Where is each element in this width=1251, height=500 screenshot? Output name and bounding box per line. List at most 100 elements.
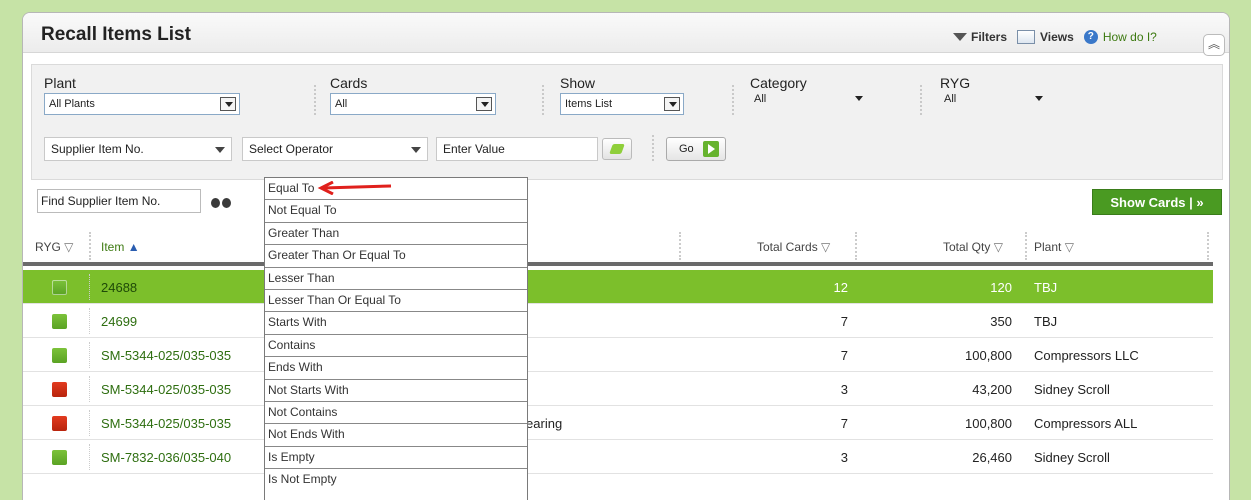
item-link[interactable]: 24699 xyxy=(101,314,137,329)
column-divider xyxy=(89,274,90,300)
header-tools: Filters Views ? How do I? xyxy=(953,30,1157,44)
recall-items-panel: Recall Items List Filters Views ? How do… xyxy=(22,12,1230,500)
status-square-icon xyxy=(52,416,67,431)
clear-button[interactable] xyxy=(602,138,632,160)
column-divider xyxy=(89,376,90,402)
filter-divider xyxy=(542,85,544,115)
plant-label: Plant xyxy=(44,75,76,91)
binoculars-icon[interactable] xyxy=(211,196,233,208)
status-square-icon xyxy=(52,450,67,465)
total-cards-cell: 7 xyxy=(840,416,848,431)
operator-select[interactable]: Select Operator xyxy=(242,137,428,161)
column-divider xyxy=(89,444,90,470)
filter-divider xyxy=(314,85,316,115)
status-square-icon xyxy=(52,348,67,363)
chevron-down-icon xyxy=(851,92,867,106)
plant-cell: Compressors ALL xyxy=(1034,416,1138,431)
col-item[interactable]: Item ▲ xyxy=(101,240,140,254)
col-total-cards[interactable]: Total Cards ▽ xyxy=(757,240,830,254)
operator-option[interactable]: Is Empty xyxy=(265,447,527,470)
column-divider xyxy=(855,232,857,260)
item-link[interactable]: 24688 xyxy=(101,280,137,295)
panel-header: Recall Items List Filters Views ? How do… xyxy=(23,13,1229,56)
total-cards-cell: 7 xyxy=(840,348,848,363)
help-icon: ? xyxy=(1083,30,1098,44)
operator-option[interactable]: Lesser Than Or Equal To xyxy=(265,290,527,313)
category-select-value: All xyxy=(754,93,767,105)
operator-option[interactable]: Not Equal To xyxy=(265,200,527,223)
operator-option[interactable]: Ends With xyxy=(265,357,527,380)
col-total-qty[interactable]: Total Qty ▽ xyxy=(943,240,1003,254)
plant-select-value: All Plants xyxy=(49,98,95,110)
collapse-button[interactable]: ︽ xyxy=(1203,34,1225,56)
filters-label: Filters xyxy=(971,30,1008,44)
plant-cell: Compressors LLC xyxy=(1034,348,1139,363)
table-row[interactable]: 24699 7 350 TBJ xyxy=(23,304,1213,338)
plant-cell: TBJ xyxy=(1034,314,1058,329)
operator-option[interactable]: Greater Than Or Equal To xyxy=(265,245,527,268)
operator-option[interactable]: Starts With xyxy=(265,312,527,335)
field-select[interactable]: Supplier Item No. xyxy=(44,137,232,161)
operator-option[interactable]: Not Starts With xyxy=(265,380,527,402)
total-qty-cell: 43,200 xyxy=(972,382,1012,397)
column-divider xyxy=(89,232,91,260)
find-supplier-input[interactable]: Find Supplier Item No. xyxy=(37,189,201,213)
cards-select-value: All xyxy=(335,98,348,110)
operator-option[interactable]: Contains xyxy=(265,335,527,358)
table-row[interactable]: 24688 12 120 TBJ xyxy=(23,270,1213,304)
operator-option[interactable]: Equal To xyxy=(265,178,527,201)
status-square-icon xyxy=(52,382,67,397)
operator-option[interactable]: Lesser Than xyxy=(265,268,527,290)
views-button[interactable]: Views xyxy=(1017,30,1074,44)
chevron-down-icon xyxy=(215,147,225,153)
operator-option[interactable]: Not Contains xyxy=(265,402,527,425)
chevron-down-icon xyxy=(476,97,492,111)
category-select[interactable]: All xyxy=(750,89,870,111)
table-header: RYG ▽ Item ▲ Total Cards ▽ Total Qty ▽ P… xyxy=(23,228,1213,266)
table-row[interactable]: SM-5344-025/035-035 DU Bearing 7 100,800 Com… xyxy=(23,406,1213,440)
col-plant[interactable]: Plant ▽ xyxy=(1034,240,1074,254)
operator-option[interactable]: Greater Than xyxy=(265,223,527,246)
field-select-value: Supplier Item No. xyxy=(51,142,144,156)
item-link[interactable]: SM-7832-036/035-040 xyxy=(101,450,231,465)
total-qty-cell: 120 xyxy=(990,280,1012,295)
table-row[interactable]: SM-5344-025/035-035 7 100,800 Compressors L… xyxy=(23,338,1213,372)
help-label: How do I? xyxy=(1102,30,1157,44)
show-select-value: Items List xyxy=(565,98,613,110)
value-input[interactable]: Enter Value xyxy=(436,137,598,161)
col-ryg[interactable]: RYG ▽ xyxy=(35,240,73,254)
views-label: Views xyxy=(1040,30,1074,44)
operator-option[interactable]: Is Not Empty xyxy=(265,469,527,491)
filter-bar: Plant All Plants Cards All Show Items Li… xyxy=(31,64,1223,180)
operator-option[interactable]: Not Ends With xyxy=(265,424,527,447)
page-title: Recall Items List xyxy=(41,24,191,45)
plant-select[interactable]: All Plants xyxy=(44,93,240,115)
plant-cell: Sidney Scroll xyxy=(1034,450,1110,465)
column-divider xyxy=(89,410,90,436)
item-link[interactable]: SM-5344-025/035-035 xyxy=(101,382,231,397)
funnel-icon xyxy=(953,33,967,41)
help-link[interactable]: ? How do I? xyxy=(1083,30,1157,44)
table-row[interactable]: SM-5344-025/035-035 3 43,200 Sidney Scroll xyxy=(23,372,1213,406)
filter-divider xyxy=(732,85,734,115)
show-cards-button[interactable]: Show Cards | » xyxy=(1092,189,1222,215)
filter-divider xyxy=(652,135,654,161)
column-divider xyxy=(1207,232,1209,260)
operator-dropdown-menu: Equal To Not Equal To Greater Than Greater … xyxy=(264,177,528,500)
ryg-select[interactable]: All xyxy=(940,89,1050,111)
chevron-down-icon xyxy=(1031,92,1047,106)
item-link[interactable]: SM-5344-025/035-035 xyxy=(101,348,231,363)
cards-select[interactable]: All xyxy=(330,93,496,115)
play-icon xyxy=(703,141,719,157)
filters-button[interactable]: Filters xyxy=(953,30,1007,44)
total-qty-cell: 100,800 xyxy=(965,348,1012,363)
total-cards-cell: 3 xyxy=(840,382,848,397)
table-row[interactable]: SM-7832-036/035-040 3 26,460 Sidney Scroll xyxy=(23,440,1213,474)
double-chevron-up-icon: ︽ xyxy=(1207,37,1220,51)
go-button[interactable]: Go xyxy=(666,137,726,161)
item-link[interactable]: SM-5344-025/035-035 xyxy=(101,416,231,431)
operator-select-value: Select Operator xyxy=(249,142,334,156)
column-divider xyxy=(1025,232,1027,260)
show-select[interactable]: Items List xyxy=(560,93,684,115)
find-supplier-value: Find Supplier Item No. xyxy=(41,194,161,208)
